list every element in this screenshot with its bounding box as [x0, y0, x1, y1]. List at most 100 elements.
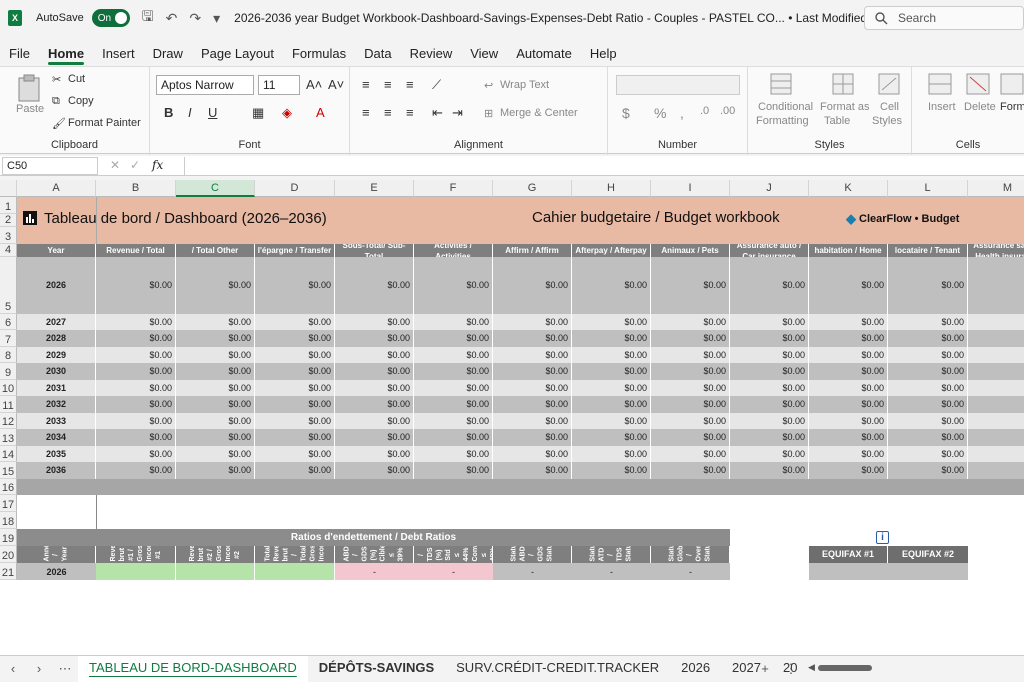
- amount-cell[interactable]: $0.00: [255, 380, 335, 396]
- table-header-cell[interactable]: Assurance santé / Health insurance: [968, 244, 1024, 257]
- amount-cell[interactable]: $0.00: [888, 413, 968, 429]
- year-cell[interactable]: 2034: [17, 429, 96, 446]
- debt-header-cell[interactable]: ABD / GDS (%) Cible ≤ 39%: [335, 546, 414, 563]
- amount-cell[interactable]: $0.00: [176, 396, 255, 413]
- cancel-icon[interactable]: ✕: [110, 158, 120, 172]
- amount-cell[interactable]: $0.00: [96, 396, 176, 413]
- amount-cell[interactable]: $0.00: [255, 413, 335, 429]
- amount-cell[interactable]: $0.00: [493, 396, 572, 413]
- orientation-icon[interactable]: ⟋: [432, 77, 441, 93]
- column-header-a[interactable]: A: [17, 180, 96, 197]
- row-header-1[interactable]: 1: [0, 197, 17, 214]
- column-header-g[interactable]: G: [493, 180, 572, 197]
- amount-cell[interactable]: $0.00: [572, 330, 651, 347]
- enter-icon[interactable]: ✓: [130, 158, 140, 172]
- column-header-e[interactable]: E: [335, 180, 414, 197]
- table-header-cell[interactable]: Animaux / Pets: [651, 244, 730, 257]
- row-header-15[interactable]: 15: [0, 462, 17, 479]
- format-cells-icon[interactable]: [1000, 73, 1024, 95]
- year-cell[interactable]: 2028: [17, 330, 96, 347]
- autosave-toggle[interactable]: On: [91, 9, 130, 27]
- italic-icon[interactable]: I: [188, 105, 192, 120]
- font-name-select[interactable]: Aptos Narrow: [156, 75, 254, 95]
- select-all-corner[interactable]: [0, 180, 17, 197]
- cut-button[interactable]: Cut: [68, 73, 85, 85]
- amount-cell[interactable]: $0.00: [414, 380, 493, 396]
- format-as-table-icon[interactable]: [832, 73, 854, 95]
- info-icon[interactable]: i: [876, 531, 889, 544]
- ratio-cell[interactable]: -: [335, 563, 414, 580]
- more-sheets-icon[interactable]: ⋯: [52, 661, 78, 677]
- amount-cell[interactable]: $0.00: [888, 363, 968, 380]
- debt-header-cell[interactable]: Statut ABD / GDS Status: [493, 546, 572, 563]
- row-header-19[interactable]: 19: [0, 529, 17, 546]
- amount-cell[interactable]: [968, 446, 1024, 462]
- tab-file[interactable]: File: [9, 46, 30, 61]
- amount-cell[interactable]: $0.00: [414, 446, 493, 462]
- amount-cell[interactable]: $0.00: [651, 314, 730, 330]
- wrap-text-button[interactable]: Wrap Text: [500, 79, 549, 91]
- amount-cell[interactable]: $0.00: [730, 257, 809, 314]
- table-header-cell[interactable]: Total Dépôt Autres / Total Other Deposit: [176, 244, 255, 257]
- row-header-8[interactable]: 8: [0, 347, 17, 363]
- amount-cell[interactable]: $0.00: [96, 380, 176, 396]
- row-header-5[interactable]: 5: [0, 257, 17, 314]
- table-label[interactable]: Table: [824, 115, 850, 127]
- workbook-title[interactable]: Cahier budgetaire / Budget workbook: [532, 209, 802, 229]
- status-cell[interactable]: -: [493, 563, 572, 580]
- amount-cell[interactable]: [968, 462, 1024, 479]
- copy-icon[interactable]: ⧉: [52, 95, 60, 108]
- row-header-4[interactable]: 4: [0, 244, 17, 257]
- wrap-text-icon[interactable]: ↩: [484, 79, 493, 92]
- debt-ratios-title[interactable]: Ratios d'endettement / Debt Ratios: [17, 529, 730, 546]
- amount-cell[interactable]: $0.00: [335, 413, 414, 429]
- amount-cell[interactable]: $0.00: [493, 429, 572, 446]
- amount-cell[interactable]: $0.00: [651, 330, 730, 347]
- amount-cell[interactable]: $0.00: [572, 446, 651, 462]
- debt-header-cell[interactable]: Statut Global / Overall Status: [651, 546, 730, 563]
- amount-cell[interactable]: $0.00: [572, 257, 651, 314]
- column-header-c[interactable]: C: [176, 180, 255, 197]
- amount-cell[interactable]: $0.00: [96, 347, 176, 363]
- column-header-f[interactable]: F: [414, 180, 493, 197]
- amount-cell[interactable]: $0.00: [572, 363, 651, 380]
- search-box[interactable]: Search: [864, 6, 1024, 30]
- amount-cell[interactable]: $0.00: [809, 314, 888, 330]
- prev-sheet-icon[interactable]: ‹: [0, 661, 26, 676]
- amount-cell[interactable]: $0.00: [493, 314, 572, 330]
- delete-button[interactable]: Delete: [964, 101, 996, 113]
- amount-cell[interactable]: $0.00: [809, 429, 888, 446]
- amount-cell[interactable]: $0.00: [96, 429, 176, 446]
- amount-cell[interactable]: $0.00: [414, 413, 493, 429]
- amount-cell[interactable]: $0.00: [730, 330, 809, 347]
- amount-cell[interactable]: $0.00: [730, 446, 809, 462]
- decrease-decimal-icon[interactable]: .00: [720, 105, 735, 117]
- row-header-18[interactable]: 18: [0, 512, 17, 529]
- amount-cell[interactable]: $0.00: [888, 257, 968, 314]
- equifax-1-header[interactable]: EQUIFAX #1: [809, 546, 888, 563]
- clearflow-logo[interactable]: ◆ ClearFlow • Budget: [846, 211, 966, 227]
- amount-cell[interactable]: $0.00: [651, 446, 730, 462]
- insert-cells-icon[interactable]: [928, 73, 952, 95]
- percent-icon[interactable]: %: [654, 105, 666, 121]
- amount-cell[interactable]: $0.00: [255, 429, 335, 446]
- document-title[interactable]: 2026-2036 year Budget Workbook-Dashboard…: [234, 11, 910, 25]
- row-header-6[interactable]: 6: [0, 314, 17, 330]
- save-icon[interactable]: 🖫: [142, 6, 154, 30]
- decrease-font-icon[interactable]: A˅: [328, 77, 344, 92]
- horizontal-scrollbar[interactable]: ◀: [808, 662, 1024, 674]
- redo-icon[interactable]: ↷: [189, 10, 201, 27]
- table-header-cell[interactable]: Assurance habitation / Home insurance: [809, 244, 888, 257]
- undo-icon[interactable]: ↶: [166, 10, 178, 27]
- year-cell[interactable]: 2030: [17, 363, 96, 380]
- tab-help[interactable]: Help: [590, 46, 617, 61]
- year-cell[interactable]: 2027: [17, 314, 96, 330]
- column-header-l[interactable]: L: [888, 180, 968, 197]
- amount-cell[interactable]: [968, 257, 1024, 314]
- column-header-b[interactable]: B: [96, 180, 176, 197]
- align-left-icon[interactable]: ≡: [362, 105, 370, 120]
- amount-cell[interactable]: $0.00: [96, 314, 176, 330]
- amount-cell[interactable]: $0.00: [809, 413, 888, 429]
- align-right-icon[interactable]: ≡: [406, 105, 414, 120]
- amount-cell[interactable]: $0.00: [176, 314, 255, 330]
